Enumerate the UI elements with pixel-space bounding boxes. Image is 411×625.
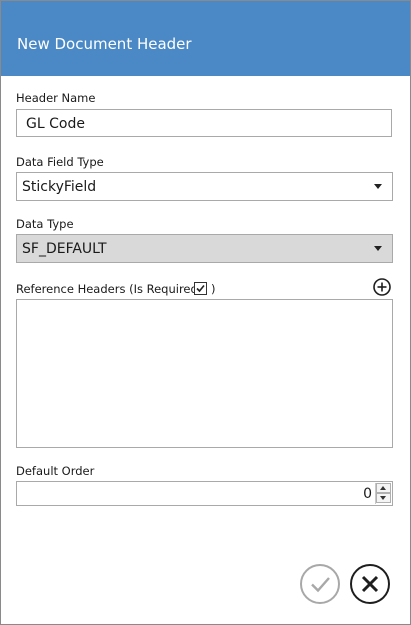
header-name-label: Header Name bbox=[16, 91, 96, 105]
data-type-dropdown[interactable]: SF_DEFAULT bbox=[16, 234, 393, 263]
data-type-value: SF_DEFAULT bbox=[22, 241, 107, 257]
spin-down-icon[interactable] bbox=[376, 493, 391, 503]
chevron-down-icon bbox=[374, 246, 382, 251]
dialog-titlebar: New Document Header bbox=[1, 1, 410, 76]
data-field-type-value: StickyField bbox=[22, 179, 97, 195]
default-order-spinner bbox=[375, 483, 391, 504]
reference-headers-list[interactable] bbox=[16, 299, 393, 448]
header-name-input[interactable]: GL Code bbox=[16, 109, 392, 137]
dialog-title: New Document Header bbox=[17, 35, 192, 53]
default-order-input[interactable]: 0 bbox=[16, 481, 393, 506]
checkmark-icon bbox=[196, 284, 205, 293]
reference-headers-label-close: ) bbox=[211, 282, 216, 296]
chevron-down-icon bbox=[374, 184, 382, 189]
default-order-label: Default Order bbox=[16, 464, 95, 478]
cancel-button[interactable] bbox=[350, 564, 390, 604]
ok-button[interactable] bbox=[300, 564, 340, 604]
plus-circle-icon[interactable] bbox=[373, 278, 391, 296]
is-required-checkbox[interactable] bbox=[194, 282, 207, 295]
new-document-header-dialog: New Document Header Header Name GL Code … bbox=[0, 0, 411, 625]
data-field-type-dropdown[interactable]: StickyField bbox=[16, 172, 393, 201]
reference-headers-label-text: Reference Headers (Is Required bbox=[16, 282, 198, 296]
header-name-value: GL Code bbox=[26, 116, 85, 132]
check-icon bbox=[311, 577, 330, 593]
data-field-type-label: Data Field Type bbox=[16, 155, 104, 169]
close-icon bbox=[361, 575, 379, 593]
data-type-label: Data Type bbox=[16, 217, 74, 231]
default-order-value: 0 bbox=[363, 486, 372, 502]
reference-headers-label: Reference Headers (Is Required bbox=[16, 282, 198, 296]
spin-up-icon[interactable] bbox=[376, 483, 391, 493]
